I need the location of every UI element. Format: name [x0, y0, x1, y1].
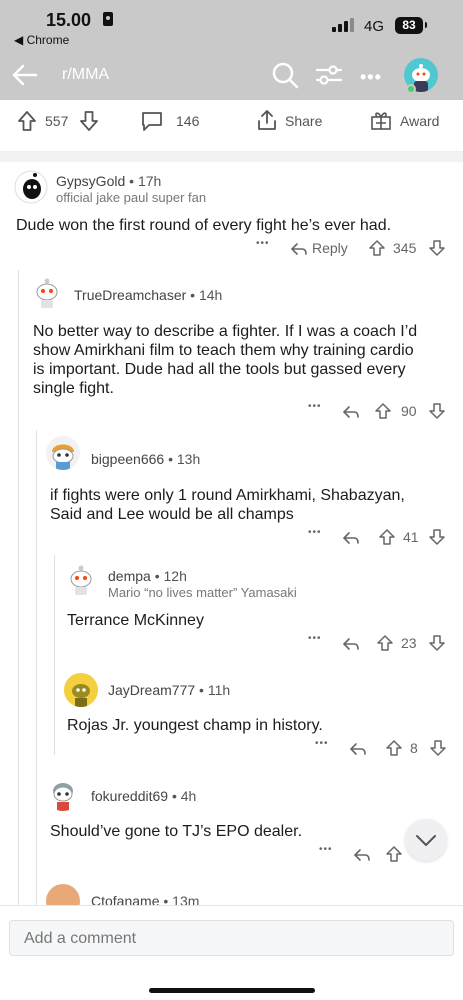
comment-body: Rojas Jr. youngest champ in history. [67, 717, 323, 734]
comment-actions: ••• 8 [315, 738, 455, 761]
more-options-icon[interactable]: ••• [308, 527, 322, 538]
network-type: 4G [364, 18, 385, 35]
more-options-icon[interactable]: ••• [308, 401, 322, 412]
comment-body: Dude won the first round of every fight … [16, 217, 392, 234]
orientation-lock-icon [103, 12, 113, 26]
upvote-icon[interactable] [378, 528, 396, 549]
comment-body: if fights were only 1 round Amirkhami, S… [50, 487, 405, 523]
upvote-icon[interactable] [376, 634, 394, 655]
signal-icon [332, 18, 356, 32]
scroll-to-next-button[interactable] [405, 819, 447, 861]
reply-icon[interactable] [353, 846, 371, 867]
chevron-down-icon [416, 835, 436, 846]
upvote-icon[interactable] [374, 402, 392, 423]
avatar[interactable] [64, 673, 98, 707]
share-button[interactable]: Share [285, 113, 322, 129]
downvote-icon[interactable] [429, 739, 447, 760]
comment-author[interactable]: JayDream777 • 11h [108, 682, 230, 698]
avatar[interactable] [64, 562, 98, 596]
more-options-icon[interactable]: ••• [256, 238, 270, 249]
comment-author[interactable]: bigpeen666 • 13h [91, 451, 200, 467]
post-action-bar: 557 146 Share Award [0, 100, 463, 152]
comment-body: No better way to describe a fighter. If … [33, 323, 418, 397]
comment-body: Terrance McKinney [67, 612, 204, 629]
home-indicator [149, 988, 315, 993]
comment-author[interactable]: GypsyGold • 17h [56, 173, 161, 189]
more-options-icon[interactable]: ••• [319, 844, 333, 855]
back-to-app-link[interactable]: ◀ Chrome [14, 33, 69, 47]
downvote-icon[interactable] [428, 634, 446, 655]
avatar[interactable] [30, 275, 64, 309]
reply-icon[interactable] [342, 635, 360, 656]
comment-body: Should’ve gone to TJ’s EPO dealer. [50, 823, 303, 840]
online-status-dot [406, 84, 416, 94]
upvote-count: 557 [45, 113, 69, 129]
comment-score: 23 [401, 635, 417, 651]
compose-bar: Add a comment [0, 905, 463, 1000]
comment-icon[interactable] [140, 110, 164, 135]
back-arrow-icon[interactable] [8, 58, 42, 92]
downvote-icon[interactable] [428, 239, 446, 260]
more-options-icon[interactable]: ••• [308, 633, 322, 644]
comment-author[interactable]: dempa • 12h [108, 568, 187, 584]
upvote-icon[interactable] [385, 739, 403, 760]
more-options-icon[interactable]: ••• [315, 738, 329, 749]
reply-icon[interactable] [349, 740, 367, 761]
thread-line [54, 555, 55, 755]
upvote-icon[interactable] [368, 239, 386, 260]
downvote-icon[interactable] [428, 528, 446, 549]
award-button[interactable]: Award [400, 113, 439, 129]
award-icon[interactable] [370, 109, 392, 134]
comment-actions: ••• 41 [308, 527, 458, 550]
status-bar: 15.00 ◀ Chrome 4G 83 [0, 0, 463, 50]
reply-icon[interactable] [342, 403, 360, 424]
comment-score: 90 [401, 403, 417, 419]
more-options-icon[interactable]: ••• [360, 67, 382, 88]
comment-actions: ••• 23 [308, 633, 458, 656]
comment-actions: ••• 90 [308, 401, 458, 424]
comment-score: 41 [403, 529, 419, 545]
user-flair: official jake paul super fan [56, 190, 207, 205]
avatar[interactable] [46, 436, 80, 470]
upvote-icon[interactable] [16, 110, 38, 135]
status-time: 15.00 [46, 10, 92, 30]
avatar[interactable] [14, 170, 48, 204]
reply-icon[interactable] [342, 529, 360, 550]
subreddit-name[interactable]: r/MMA [62, 66, 109, 84]
upvote-icon[interactable] [385, 845, 403, 866]
thread-line [18, 270, 19, 905]
downvote-icon[interactable] [78, 110, 100, 135]
reply-button[interactable]: Reply [312, 240, 348, 256]
share-icon[interactable] [256, 109, 278, 134]
comment-actions: ••• Reply 345 [256, 238, 456, 261]
add-comment-placeholder: Add a comment [24, 930, 137, 947]
battery-icon: 83 [395, 17, 427, 34]
comment-author[interactable]: TrueDreamchaser • 14h [74, 287, 222, 303]
search-icon[interactable] [270, 60, 300, 90]
user-flair: Mario “no lives matter” Yamasaki [108, 585, 297, 600]
avatar[interactable] [46, 777, 80, 811]
filter-icon[interactable] [314, 60, 344, 90]
reply-icon[interactable] [290, 240, 308, 261]
comment-score: 8 [410, 740, 418, 756]
comment-author[interactable]: fokureddit69 • 4h [91, 788, 196, 804]
section-divider [0, 152, 463, 162]
downvote-icon[interactable] [428, 402, 446, 423]
nav-bar: r/MMA ••• [0, 50, 463, 100]
app-header: 15.00 ◀ Chrome 4G 83 r/MMA ••• [0, 0, 463, 100]
comment-count: 146 [176, 113, 200, 129]
add-comment-input[interactable]: Add a comment [9, 920, 454, 956]
thread-line [36, 430, 37, 905]
comment-score: 345 [393, 240, 417, 256]
